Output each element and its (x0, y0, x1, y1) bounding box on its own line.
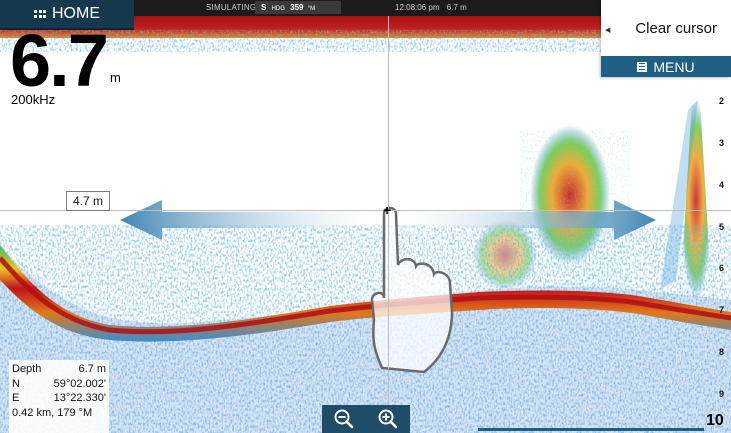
history-scroll-bar[interactable] (478, 428, 704, 431)
heading-unit: °M (307, 6, 316, 12)
cursor-crosshair-icon[interactable]: + (383, 202, 391, 218)
zoom-in-button[interactable] (376, 407, 400, 431)
depth-scale-5: 5 (719, 222, 725, 232)
menu-icon (637, 61, 648, 72)
depth-status: 6.7 m (446, 3, 467, 12)
clear-cursor-button[interactable]: Clear cursor (601, 0, 731, 56)
info-lon-value: 13°22.330' (53, 392, 106, 404)
depth-scale-9: 9 (719, 389, 725, 399)
zoom-out-button[interactable] (332, 407, 356, 431)
zoom-controls (322, 405, 410, 433)
time-value: 12:08:06 pm (395, 3, 440, 12)
depth-scale-7: 7 (719, 305, 725, 315)
cursor-context-panel: ◀ Clear cursor MENU (601, 0, 731, 77)
info-range-bearing: 0.42 km, 179 °M (12, 406, 93, 419)
info-lat-value: 59°02.002' (53, 377, 106, 390)
info-range-row: 0.42 km, 179 °M (12, 406, 106, 421)
menu-button[interactable]: MENU (601, 56, 731, 77)
grid-icon (34, 10, 46, 18)
depth-scale-6: 6 (719, 263, 725, 273)
heading-label: HDG (271, 6, 285, 12)
info-depth-row: Depth 6.7 m (12, 362, 106, 377)
time-status: 12:08:06 pm 6.7 m (395, 3, 467, 12)
info-depth-label: Depth (12, 363, 42, 375)
heading-value: 359 (290, 3, 304, 12)
depth-scale-2: 2 (719, 96, 725, 106)
heading-status: S HDG 359 °M (255, 1, 341, 14)
depth-unit: m (110, 70, 121, 85)
zoom-in-icon (378, 409, 398, 429)
cursor-depth-label: 4.7 m (66, 191, 110, 211)
depth-scale-10: 10 (706, 412, 724, 429)
menu-label: MENU (653, 58, 695, 75)
depth-scale-4: 4 (719, 180, 725, 190)
depth-value: 6.7 (10, 19, 109, 102)
depth-scale-3: 3 (719, 138, 725, 148)
depth-scale-8: 8 (719, 347, 725, 357)
cursor-info-box: Depth 6.7 m N 59°02.002' E 13°22.330' 0.… (9, 360, 109, 433)
frequency-label: 200kHz (11, 92, 56, 107)
zoom-out-icon (334, 409, 354, 429)
info-lon-label: E (12, 392, 20, 404)
info-lon-row: E 13°22.330' (12, 391, 106, 406)
info-depth-value: 6.7 m (78, 363, 106, 375)
heading-prefix: S (261, 3, 267, 12)
cursor-vertical-line (388, 16, 389, 433)
echosounder-screen: + 4.7 m SIMULATING... S HDG 359 °M 12:08… (0, 0, 731, 433)
info-lat-label: N (12, 377, 20, 390)
info-lat-row: N 59°02.002' (12, 377, 106, 392)
